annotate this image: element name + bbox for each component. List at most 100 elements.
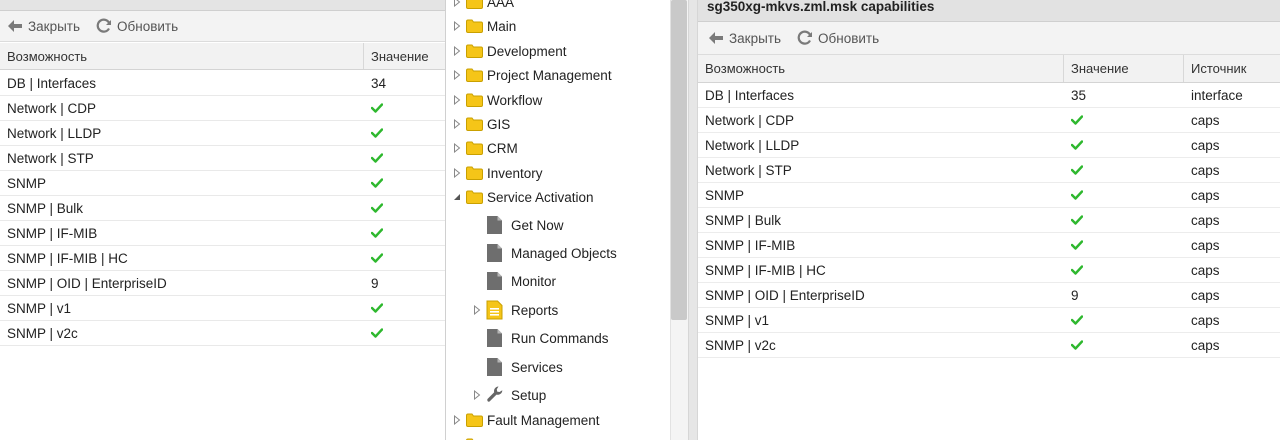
right-col-value[interactable]: Значение [1064,55,1184,82]
tree-toggle[interactable] [452,0,462,7]
tree-toggle[interactable] [452,95,462,105]
tree-item-label: AAA [487,0,515,10]
right-table-row[interactable]: Network | LLDP caps [698,133,1280,158]
caret-down-icon[interactable] [453,192,461,202]
tree-toggle[interactable] [452,192,462,202]
caret-right-icon[interactable] [453,95,461,105]
report-icon [486,300,503,320]
left-table-row[interactable]: SNMP [0,171,445,196]
left-table-row[interactable]: SNMP | v1 [0,296,445,321]
tree-toggle[interactable] [452,46,462,56]
caret-right-icon[interactable] [453,415,461,425]
checkmark-icon [371,103,383,113]
tree-item-run-commands[interactable]: Run Commands [472,325,609,351]
capability-value [1064,183,1184,207]
right-table-row[interactable]: SNMP | IF-MIB caps [698,233,1280,258]
tree-item-managed-objects[interactable]: Managed Objects [472,240,617,266]
tree-toggle[interactable] [452,119,462,129]
folder-icon [466,141,483,155]
left-table-row[interactable]: Network | LLDP [0,121,445,146]
tree-item-service-activation[interactable]: Service Activation [452,185,594,209]
capability-value: 9 [1064,283,1184,307]
capability-name: SNMP | OID | EnterpriseID [7,275,167,291]
checkmark-icon [1071,240,1083,250]
tree-item-gis[interactable]: GIS [452,112,510,136]
left-table-row[interactable]: Network | CDP [0,96,445,121]
tree-toggle[interactable] [472,248,482,258]
capability-name: Network | STP [705,162,792,178]
caret-right-icon[interactable] [453,46,461,56]
tree-toggle[interactable] [472,276,482,286]
folder-icon [466,44,483,58]
left-col-value[interactable]: Значение [364,43,445,69]
left-table-row[interactable]: SNMP | Bulk [0,196,445,221]
tree-item-label: Inventory [487,165,543,181]
left-table-row[interactable]: SNMP | OID | EnterpriseID 9 [0,271,445,296]
tree-item-monitor[interactable]: Monitor [472,268,556,294]
tree-scrollbar-thumb[interactable] [671,0,687,320]
tree-item-workflow[interactable]: Workflow [452,88,542,112]
caret-right-icon[interactable] [453,143,461,153]
right-table-row[interactable]: DB | Interfaces 35 interface [698,83,1280,108]
caret-right-icon[interactable] [473,305,481,315]
tree-item-crm[interactable]: CRM [452,136,518,160]
caret-right-icon[interactable] [453,21,461,31]
tree-item-inventory[interactable]: Inventory [452,161,543,185]
left-table-row[interactable]: SNMP | IF-MIB | HC [0,246,445,271]
tree-toggle[interactable] [452,70,462,80]
left-table-row[interactable]: SNMP | IF-MIB [0,221,445,246]
capability-value: 34 [364,71,445,95]
panel-splitter[interactable] [688,0,698,440]
right-table-row[interactable]: SNMP | Bulk caps [698,208,1280,233]
folder-icon [466,413,483,427]
left-refresh-button[interactable]: Обновить [96,18,178,34]
right-refresh-label: Обновить [818,30,880,46]
capability-name: SNMP | v1 [7,300,72,316]
right-table-row[interactable]: SNMP caps [698,183,1280,208]
right-close-button[interactable]: Закрыть [708,31,781,46]
right-table-row[interactable]: SNMP | v1 caps [698,308,1280,333]
left-panel-titlebar [0,0,445,11]
right-table-row[interactable]: SNMP | IF-MIB | HC caps [698,258,1280,283]
tree-item-get-now[interactable]: Get Now [472,212,564,238]
tree-item-project-management[interactable]: Project Management [452,63,612,87]
caret-right-icon[interactable] [453,168,461,178]
tree-toggle[interactable] [472,305,482,315]
right-table-row[interactable]: SNMP | v2c caps [698,333,1280,358]
right-table-row[interactable]: SNMP | OID | EnterpriseID 9 caps [698,283,1280,308]
caret-right-icon[interactable] [453,70,461,80]
tree-item-aaa[interactable]: AAA [452,0,514,14]
right-panel-title: sg350xg-mkvs.zml.msk capabilities [707,0,935,14]
capability-value-text: 9 [1071,287,1079,303]
tree-toggle[interactable] [452,21,462,31]
left-table-row[interactable]: SNMP | v2c [0,321,445,346]
left-close-button[interactable]: Закрыть [7,19,80,34]
right-col-capability[interactable]: Возможность [698,55,1064,82]
tree-item-reports[interactable]: Reports [472,297,558,323]
left-table-row[interactable]: DB | Interfaces 34 [0,71,445,96]
left-col-capability[interactable]: Возможность [0,43,364,69]
caret-right-icon[interactable] [453,119,461,129]
caret-right-icon[interactable] [453,0,461,7]
tree-toggle[interactable] [452,143,462,153]
tree-item-services[interactable]: Services [472,354,563,380]
right-table-row[interactable]: Network | STP caps [698,158,1280,183]
checkmark-icon [371,228,383,238]
capability-value [364,96,445,120]
tree-item-fault-management[interactable]: Fault Management [452,408,600,432]
tree-toggle[interactable] [452,168,462,178]
right-table-row[interactable]: Network | CDP caps [698,108,1280,133]
tree-toggle[interactable] [472,333,482,343]
tree-toggle[interactable] [472,362,482,372]
left-table-row[interactable]: Network | STP [0,146,445,171]
right-col-source[interactable]: Источник [1184,55,1280,82]
tree-item-development[interactable]: Development [452,39,567,63]
tree-item-setup[interactable]: Setup [472,382,546,408]
tree-item-main[interactable]: Main [452,14,516,38]
tree-item-performance-management[interactable]: Performance Management [452,433,647,440]
tree-toggle[interactable] [472,220,482,230]
right-refresh-button[interactable]: Обновить [797,30,879,46]
tree-toggle[interactable] [452,415,462,425]
tree-toggle[interactable] [472,390,482,400]
caret-right-icon[interactable] [473,390,481,400]
